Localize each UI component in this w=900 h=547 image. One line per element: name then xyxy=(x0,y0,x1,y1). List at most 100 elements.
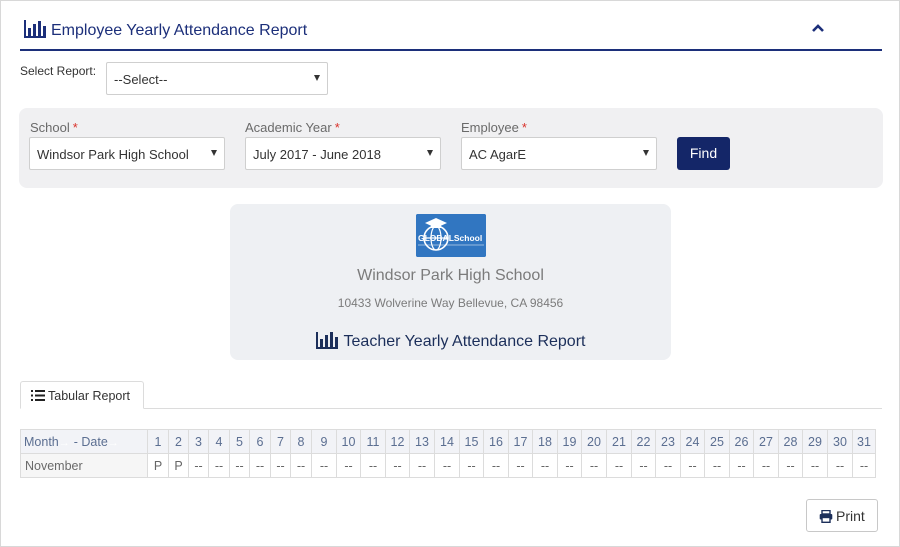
attendance-cell: -- xyxy=(188,453,209,478)
day-header: 9 xyxy=(311,429,337,454)
sort-arrow-icon: → xyxy=(58,436,70,449)
attendance-cell: -- xyxy=(459,453,484,478)
attendance-cell: -- xyxy=(852,453,876,478)
month-cell: November xyxy=(20,453,148,478)
attendance-cell: -- xyxy=(606,453,632,478)
report-header: Employee Yearly Attendance Report xyxy=(20,15,882,51)
tabs-divider xyxy=(20,408,882,409)
attendance-cell: -- xyxy=(557,453,582,478)
attendance-cell: -- xyxy=(409,453,435,478)
day-header: 7 xyxy=(270,429,291,454)
print-button[interactable]: Print xyxy=(806,499,878,532)
printer-icon xyxy=(819,510,833,523)
attendance-cell: -- xyxy=(704,453,730,478)
day-header: 1 xyxy=(147,429,169,454)
day-header: 23 xyxy=(655,429,681,454)
day-header: 26 xyxy=(729,429,754,454)
day-header: 4 xyxy=(208,429,230,454)
day-header: 29 xyxy=(802,429,828,454)
day-header: 3 xyxy=(188,429,209,454)
day-header: 24 xyxy=(680,429,705,454)
day-header: 2 xyxy=(168,429,189,454)
attendance-cell: -- xyxy=(581,453,607,478)
day-header: 20 xyxy=(581,429,607,454)
attendance-cell: -- xyxy=(680,453,705,478)
attendance-cell: -- xyxy=(631,453,656,478)
attendance-cell: -- xyxy=(360,453,386,478)
day-header: 10 xyxy=(336,429,361,454)
attendance-cell: -- xyxy=(434,453,460,478)
attendance-cell: P xyxy=(147,453,169,478)
attendance-cell: -- xyxy=(778,453,803,478)
day-header: 14 xyxy=(434,429,460,454)
attendance-cell: -- xyxy=(311,453,337,478)
attendance-cell: -- xyxy=(655,453,681,478)
list-icon xyxy=(31,390,45,401)
day-header: 13 xyxy=(409,429,435,454)
bar-chart-icon xyxy=(24,20,46,38)
report-card: GLOBALSchool Windsor Park High School 10… xyxy=(230,204,671,360)
select-report-label: Select Report: xyxy=(20,64,97,78)
print-label: Print xyxy=(836,508,865,524)
attendance-cell: -- xyxy=(802,453,828,478)
employee-select[interactable]: AC AgarE xyxy=(461,137,657,170)
employee-select-value: AC AgarE xyxy=(469,147,527,162)
day-header: 12 xyxy=(385,429,410,454)
caret-down-icon xyxy=(211,150,217,156)
svg-text:GLOBALSchool: GLOBALSchool xyxy=(418,233,482,243)
day-header: 15 xyxy=(459,429,484,454)
sort-arrow-icon: → xyxy=(107,436,119,449)
report-page: Employee Yearly Attendance Report Select… xyxy=(0,0,900,547)
day-header: 25 xyxy=(704,429,730,454)
day-header: 6 xyxy=(249,429,271,454)
caret-down-icon xyxy=(314,75,320,81)
school-name: Windsor Park High School xyxy=(357,267,544,284)
attendance-cell: -- xyxy=(290,453,312,478)
attendance-cell: -- xyxy=(753,453,779,478)
attendance-cell: -- xyxy=(229,453,250,478)
school-select[interactable]: Windsor Park High School xyxy=(29,137,225,170)
school-label: School * xyxy=(30,120,78,135)
attendance-cell: -- xyxy=(249,453,271,478)
attendance-cell: -- xyxy=(532,453,558,478)
attendance-cell: -- xyxy=(208,453,230,478)
day-header: 28 xyxy=(778,429,803,454)
day-header: 22 xyxy=(631,429,656,454)
month-date-header[interactable]: Month→ - Date→ xyxy=(20,429,148,454)
day-header: 16 xyxy=(483,429,509,454)
school-address: 10433 Wolverine Way Bellevue, CA 98456 xyxy=(337,296,564,310)
find-button[interactable]: Find xyxy=(677,137,730,170)
required-mark: * xyxy=(521,120,527,135)
academic-year-select[interactable]: July 2017 - June 2018 xyxy=(245,137,441,170)
attendance-cell: -- xyxy=(483,453,509,478)
caret-down-icon xyxy=(427,150,433,156)
academic-year-label: Academic Year * xyxy=(245,120,340,135)
day-header: 27 xyxy=(753,429,779,454)
school-select-value: Windsor Park High School xyxy=(37,147,189,162)
attendance-cell: -- xyxy=(827,453,853,478)
required-mark: * xyxy=(72,120,78,135)
caret-down-icon xyxy=(643,150,649,156)
attendance-table: Month→ - Date→ 1 2 3 4 5 6 7 8 9 10 11 12 13 14 15 16 17 1… xyxy=(20,429,876,478)
attendance-cell: -- xyxy=(508,453,533,478)
attendance-cell: -- xyxy=(336,453,361,478)
day-header: 5 xyxy=(229,429,250,454)
day-header: 8 xyxy=(290,429,312,454)
select-report-dropdown[interactable]: --Select-- xyxy=(106,62,328,95)
required-mark: * xyxy=(334,120,340,135)
day-header: 11 xyxy=(360,429,386,454)
academic-year-select-value: July 2017 - June 2018 xyxy=(253,147,381,162)
report-title: Teacher Yearly Attendance Report xyxy=(230,332,671,351)
tab-tabular-report[interactable]: Tabular Report xyxy=(20,381,144,409)
attendance-cell: -- xyxy=(385,453,410,478)
employee-label: Employee * xyxy=(461,120,527,135)
attendance-cell: P xyxy=(168,453,189,478)
select-report-value: --Select-- xyxy=(114,72,168,87)
table-row: November P P -- -- -- -- -- -- -- -- -- -- -- -- -- -- --… xyxy=(20,453,876,478)
chevron-up-icon[interactable] xyxy=(810,21,826,35)
day-header: 30 xyxy=(827,429,853,454)
day-header: 17 xyxy=(508,429,533,454)
day-header: 18 xyxy=(532,429,558,454)
attendance-cell: -- xyxy=(270,453,291,478)
attendance-cell: -- xyxy=(729,453,754,478)
